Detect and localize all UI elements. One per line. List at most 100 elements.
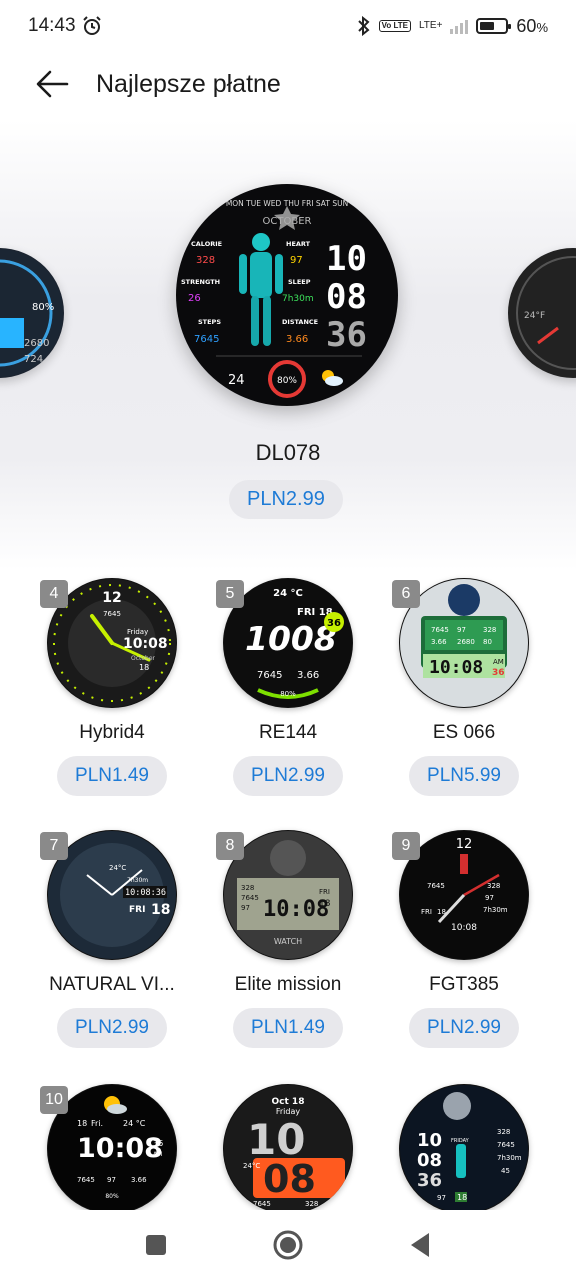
svg-text:08: 08 <box>263 1157 316 1201</box>
face-hour: 10 <box>326 239 367 279</box>
svg-text:80: 80 <box>483 638 492 646</box>
page-title: Najlepsze płatne <box>96 69 281 98</box>
network-type: LTE+ <box>418 20 443 31</box>
svg-text:7h30m: 7h30m <box>483 906 508 914</box>
back-button[interactable] <box>32 64 72 104</box>
featured-price-button[interactable]: PLN2.99 <box>229 480 343 519</box>
watchface-name: NATURAL VI... <box>49 974 175 995</box>
rank-badge: 4 <box>40 580 68 608</box>
featured-watchface[interactable]: MON TUE WED THU FRI SAT SUN OCTOBER CALO… <box>176 184 398 406</box>
svg-text:WATCH: WATCH <box>274 937 302 946</box>
svg-text:FRI: FRI <box>129 905 145 915</box>
svg-text:36: 36 <box>153 1139 163 1148</box>
svg-text:1008: 1008 <box>245 619 337 658</box>
watchface-item[interactable]: 7 24°C 7h30m 10:08:36 FRI 18 NATURAL VI.… <box>24 830 200 1048</box>
lbl-steps: STEPS <box>198 318 221 326</box>
face-distance: 3.66 <box>286 334 308 345</box>
watchface-item[interactable]: 10 08 36 FRIDAY 18 97 328 7645 7h30m 45 <box>376 1084 552 1214</box>
alarm-icon <box>82 16 101 35</box>
price-button[interactable]: PLN2.99 <box>409 1008 519 1048</box>
rank-badge: 9 <box>392 832 420 860</box>
watchface-preview[interactable]: 10 08 36 FRIDAY 18 97 328 7645 7h30m 45 <box>399 1084 529 1214</box>
svg-text:328: 328 <box>497 1128 510 1136</box>
svg-text:80%: 80% <box>280 690 296 698</box>
face-sleep: 7h30m <box>282 294 314 304</box>
carousel-prev-watchface[interactable]: 80% 2680 724 <box>0 248 64 378</box>
svg-text:18: 18 <box>151 902 170 918</box>
lbl-heart: HEART <box>286 240 311 248</box>
face-second: 36 <box>326 315 367 355</box>
svg-text:7645: 7645 <box>253 1200 271 1208</box>
price-button[interactable]: PLN5.99 <box>409 756 519 796</box>
svg-text:Friday: Friday <box>127 628 148 636</box>
watchface-name: Elite mission <box>234 974 342 995</box>
svg-text:18: 18 <box>77 1119 87 1128</box>
app-header: Najlepsze płatne <box>0 52 576 116</box>
status-bar: 14:43 Vo LTE LTE+ 60% <box>0 0 576 52</box>
watchface-item[interactable]: 4 12 7645 Friday 10:08 October 18 Hybrid… <box>24 578 200 796</box>
recents-button[interactable] <box>138 1227 174 1263</box>
svg-text:97: 97 <box>241 904 250 912</box>
svg-text:2680: 2680 <box>457 638 475 646</box>
home-button[interactable] <box>270 1227 306 1263</box>
signal-icon <box>450 18 469 34</box>
face-minute: 08 <box>326 277 367 317</box>
lbl-strength: STRENGTH <box>181 278 220 286</box>
svg-text:24°C: 24°C <box>109 864 126 872</box>
watchface-preview[interactable]: Oct 18 Friday 10 08 24°C 7645 328 <box>223 1084 353 1214</box>
lbl-calorie: CALORIE <box>191 240 222 248</box>
svg-text:97: 97 <box>437 1194 446 1202</box>
watchface-item[interactable]: 8 328 7645 97 10:08 FRI 18 WATCH Elite m… <box>200 830 376 1048</box>
system-nav-bar <box>0 1210 576 1280</box>
face-temp: 24 <box>228 373 245 388</box>
svg-text:10:08: 10:08 <box>429 657 483 678</box>
svg-text:18: 18 <box>139 663 149 672</box>
lbl-sleep: SLEEP <box>288 278 311 286</box>
svg-text:12: 12 <box>456 837 473 852</box>
price-button[interactable]: PLN2.99 <box>233 756 343 796</box>
triangle-back-icon <box>411 1233 429 1257</box>
svg-text:97: 97 <box>485 894 494 902</box>
face-battery: 80% <box>277 376 297 386</box>
svg-text:36: 36 <box>492 668 505 678</box>
watchface-item[interactable]: 6 7645 97 328 3.66 2680 80 10:08 AM 36 E… <box>376 578 552 796</box>
bluetooth-icon <box>357 16 370 36</box>
rank-badge: 10 <box>40 1086 68 1114</box>
svg-text:08: 08 <box>417 1150 442 1171</box>
svg-text:10:08: 10:08 <box>77 1133 163 1164</box>
back-arrow-icon <box>36 70 69 98</box>
price-button[interactable]: PLN1.49 <box>233 1008 343 1048</box>
face-steps: 7645 <box>194 334 219 345</box>
svg-text:October: October <box>131 655 156 662</box>
price-button[interactable]: PLN1.49 <box>57 756 167 796</box>
svg-text:7645: 7645 <box>77 1176 95 1184</box>
status-time: 14:43 <box>28 15 76 36</box>
svg-text:80%: 80% <box>32 302 54 313</box>
featured-carousel[interactable]: 80% 2680 724 MON TUE WED THU FRI SAT SUN O… <box>0 120 576 570</box>
carousel-next-watchface[interactable]: 24°F <box>508 248 576 378</box>
svg-text:328: 328 <box>487 882 500 890</box>
featured-name: DL078 <box>255 440 321 465</box>
svg-text:7645: 7645 <box>431 626 449 634</box>
watchface-item[interactable]: 10 18 Fri. 24 °C 10:08 36 AM 7645 97 3.6… <box>24 1084 200 1214</box>
svg-text:FRIDAY: FRIDAY <box>451 1138 470 1144</box>
watchface-item[interactable]: 9 12 7645 328 97 7h30m FRI 18 10:08 FGT3… <box>376 830 552 1048</box>
watchface-item[interactable]: Oct 18 Friday 10 08 24°C 7645 328 <box>200 1084 376 1214</box>
watchface-name: RE144 <box>258 722 318 743</box>
svg-text:Fri.: Fri. <box>91 1119 103 1128</box>
svg-text:18: 18 <box>319 899 331 909</box>
svg-text:724: 724 <box>24 354 43 365</box>
price-button[interactable]: PLN2.99 <box>57 1008 167 1048</box>
watchface-item[interactable]: 5 24 °C FRI 18 1008 36 7645 3.66 80% RE1… <box>200 578 376 796</box>
svg-text:FRI: FRI <box>421 908 432 916</box>
svg-text:328: 328 <box>483 626 496 634</box>
svg-text:10:08: 10:08 <box>451 923 477 933</box>
svg-text:2680: 2680 <box>24 338 49 349</box>
svg-text:7h30m: 7h30m <box>497 1154 522 1162</box>
svg-text:10:08:36: 10:08:36 <box>125 888 166 898</box>
svg-text:AM: AM <box>153 1151 162 1158</box>
back-nav-button[interactable] <box>402 1227 438 1263</box>
svg-text:328: 328 <box>241 884 254 892</box>
rank-badge: 8 <box>216 832 244 860</box>
svg-text:24°F: 24°F <box>524 311 545 321</box>
